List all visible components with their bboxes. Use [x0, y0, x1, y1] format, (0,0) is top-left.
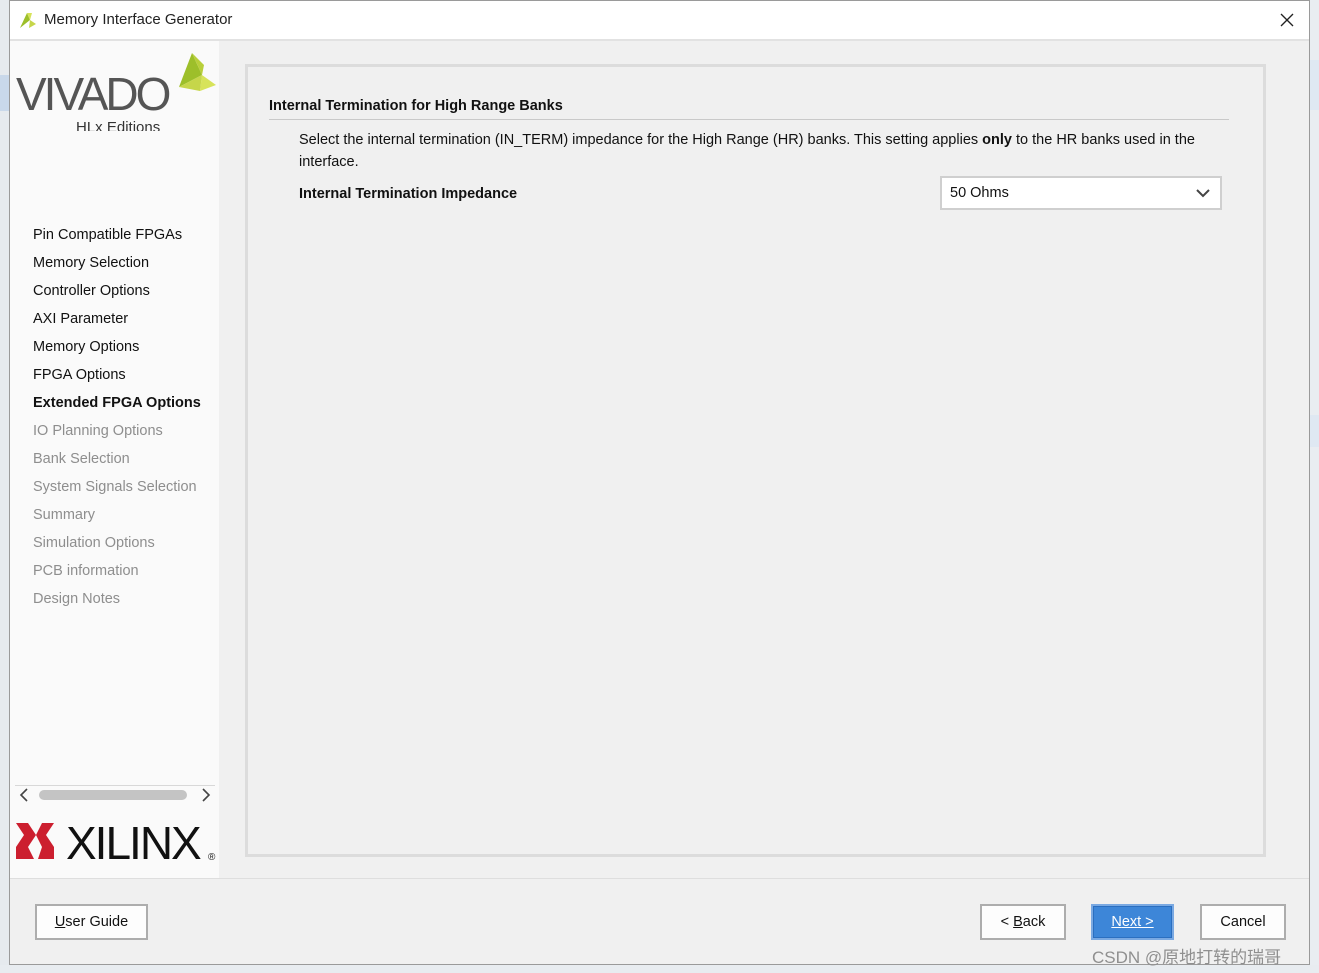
section-divider	[269, 119, 1229, 120]
sidebar-item-simulation-options: Simulation Options	[33, 535, 155, 551]
sidebar-item-bank-selection: Bank Selection	[33, 451, 130, 467]
sidebar-horizontal-scrollbar[interactable]	[15, 786, 215, 806]
sidebar-item-pcb-information: PCB information	[33, 563, 139, 579]
sidebar-item-io-planning-options: IO Planning Options	[33, 423, 163, 439]
chevron-right-icon[interactable]	[201, 788, 211, 802]
window-title: Memory Interface Generator	[44, 11, 233, 28]
section-title: Internal Termination for High Range Bank…	[269, 98, 563, 114]
chevron-left-icon[interactable]	[19, 788, 29, 802]
svg-text:HLx Editions: HLx Editions	[76, 119, 160, 131]
background-window-left-edge	[0, 0, 9, 973]
sidebar-item-controller-options[interactable]: Controller Options	[33, 277, 201, 305]
section-description: Select the internal termination (IN_TERM…	[299, 132, 1195, 170]
vivado-app-icon	[20, 13, 36, 28]
background-window-right-edge	[1310, 0, 1319, 973]
cancel-button[interactable]: Cancel	[1200, 904, 1286, 940]
next-button[interactable]: Next >	[1091, 904, 1174, 940]
internal-termination-impedance-select[interactable]: 50 Ohms	[940, 176, 1222, 210]
chevron-down-icon[interactable]	[1196, 188, 1210, 198]
sidebar-item-fpga-options[interactable]: FPGA Options	[33, 361, 201, 389]
wizard-steps-list: Pin Compatible FPGAs Memory Selection Co…	[33, 221, 201, 613]
svg-text:VIVADO: VIVADO	[16, 68, 170, 120]
svg-text:XILINX: XILINX	[66, 817, 201, 867]
background-highlight	[0, 75, 9, 111]
sidebar-item-memory-selection[interactable]: Memory Selection	[33, 249, 201, 277]
close-button[interactable]	[1265, 1, 1309, 39]
svg-text:®: ®	[208, 852, 216, 863]
vivado-logo: VIVADO HLx Editions	[16, 53, 216, 131]
xilinx-logo: XILINX ®	[16, 817, 216, 867]
scrollbar-thumb[interactable]	[39, 790, 187, 800]
sidebar-item-axi-parameter[interactable]: AXI Parameter	[33, 305, 201, 333]
wizard-sidebar: VIVADO HLx Editions Pin Compatible FPGAs…	[10, 41, 219, 878]
sidebar-item-system-signals-selection: System Signals Selection	[33, 479, 197, 495]
selected-value: 50 Ohms	[950, 185, 1009, 201]
csdn-watermark: CSDN @原地打转的瑞哥	[1092, 948, 1282, 967]
title-bar[interactable]: Memory Interface Generator	[10, 1, 1309, 39]
sidebar-item-memory-options[interactable]: Memory Options	[33, 333, 201, 361]
background-highlight	[1310, 60, 1319, 110]
user-guide-button[interactable]: User Guide	[35, 904, 148, 940]
back-button[interactable]: < Back	[980, 904, 1066, 940]
sidebar-item-design-notes: Design Notes	[33, 591, 121, 607]
sidebar-item-pin-compatible-fpgas[interactable]: Pin Compatible FPGAs	[33, 221, 201, 249]
footer-separator	[10, 878, 1309, 879]
sidebar-item-summary: Summary	[33, 507, 96, 523]
background-highlight	[1310, 415, 1319, 447]
sidebar-item-extended-fpga-options[interactable]: Extended FPGA Options	[33, 389, 201, 417]
close-icon	[1280, 13, 1294, 27]
internal-termination-impedance-label: Internal Termination Impedance	[299, 186, 518, 202]
